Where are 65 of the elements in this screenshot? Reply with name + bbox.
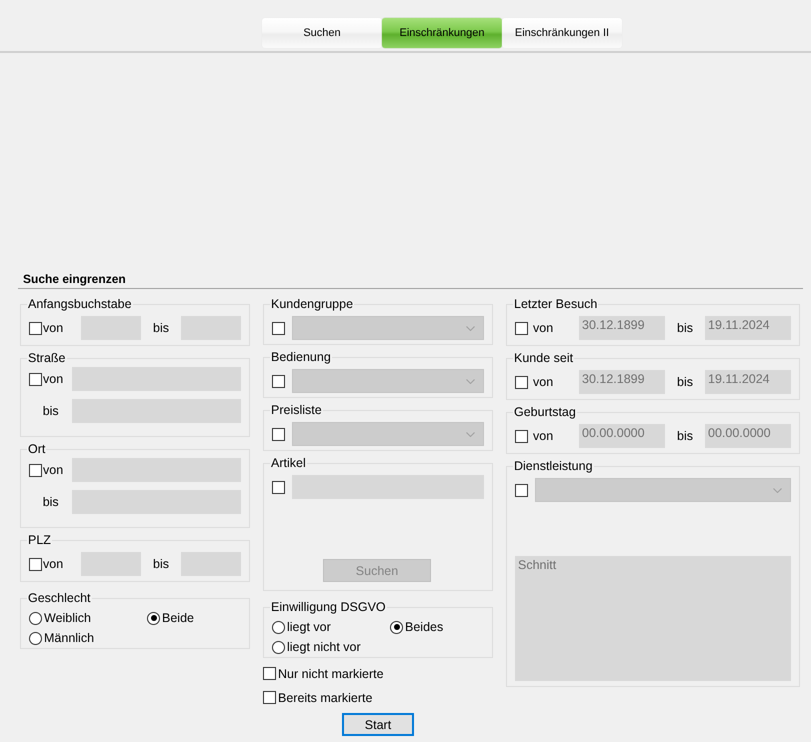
checkbox[interactable]: [515, 430, 528, 442]
group-title: Anfangsbuchstabe: [27, 297, 133, 311]
checkbox[interactable]: [29, 322, 42, 334]
radio-button[interactable]: [147, 612, 160, 624]
checkbox-label: von: [43, 321, 64, 335]
group-title: Artikel: [270, 456, 307, 470]
checkbox[interactable]: [263, 691, 276, 704]
radio-button[interactable]: [272, 640, 285, 654]
group-title: Kunde seit: [513, 351, 574, 365]
group-title: Letzter Besuch: [513, 297, 598, 311]
field-label: bis: [676, 375, 694, 389]
checkbox-label: Nur nicht markierte: [278, 666, 384, 680]
group-title: Preisliste: [270, 403, 323, 417]
checkbox[interactable]: [272, 374, 285, 388]
group-title: Ort: [27, 442, 46, 456]
tab[interactable]: Suchen: [262, 18, 382, 48]
field-label: bis: [42, 404, 59, 418]
checkbox[interactable]: [515, 376, 528, 388]
checkbox-label: von: [533, 375, 554, 389]
field-label: bis: [152, 557, 170, 571]
checkbox-label: von: [533, 429, 554, 443]
checkbox[interactable]: [29, 558, 42, 570]
checkbox[interactable]: [272, 428, 285, 440]
radio-label: Beides: [405, 620, 444, 634]
group-title: Geburtstag: [513, 405, 577, 419]
checkbox-label: von: [43, 557, 64, 571]
field-label: bis: [42, 495, 59, 509]
checkbox[interactable]: [263, 667, 276, 680]
field-label: bis: [676, 429, 694, 443]
section-title: Suche eingrenzen: [23, 272, 126, 286]
radio-label: liegt vor: [287, 620, 331, 634]
radio-button[interactable]: [29, 632, 42, 644]
tab[interactable]: Einschränkungen: [382, 18, 502, 48]
radio-label: Weiblich: [44, 611, 92, 625]
group-title: Kundengruppe: [270, 297, 354, 311]
checkbox-label: von: [43, 372, 64, 386]
radio-label: Beide: [162, 611, 194, 625]
checkbox-label: Bereits markierte: [278, 690, 372, 704]
checkbox[interactable]: [29, 372, 42, 386]
field-label: bis: [152, 321, 170, 335]
checkbox-label: von: [533, 321, 554, 335]
chevron-icon: [466, 378, 475, 384]
radio-button[interactable]: [390, 620, 403, 634]
group-title: Straße: [27, 351, 67, 365]
chevron-icon: [773, 488, 782, 492]
checkbox[interactable]: [515, 484, 528, 496]
tab[interactable]: Einschränkungen II: [502, 18, 622, 48]
group-title: Einwilligung DSGVO: [270, 600, 387, 614]
checkbox[interactable]: [272, 480, 285, 494]
group-title: Bedienung: [270, 350, 332, 364]
radio-label: liegt nicht vor: [287, 640, 361, 654]
radio-button[interactable]: [29, 612, 42, 624]
group-title: Dienstleistung: [513, 459, 594, 473]
checkbox[interactable]: [272, 322, 285, 334]
checkbox[interactable]: [515, 322, 528, 334]
start-button[interactable]: Start: [342, 713, 414, 736]
radio-button[interactable]: [272, 620, 285, 634]
chevron-icon: [466, 326, 475, 330]
checkbox[interactable]: [29, 464, 42, 476]
chevron-icon: [466, 432, 475, 436]
radio-label: Männlich: [44, 631, 94, 645]
group-title: PLZ: [27, 533, 52, 547]
field-label: bis: [676, 321, 694, 335]
group-title: Geschlecht: [27, 591, 92, 605]
checkbox-label: von: [43, 463, 64, 477]
